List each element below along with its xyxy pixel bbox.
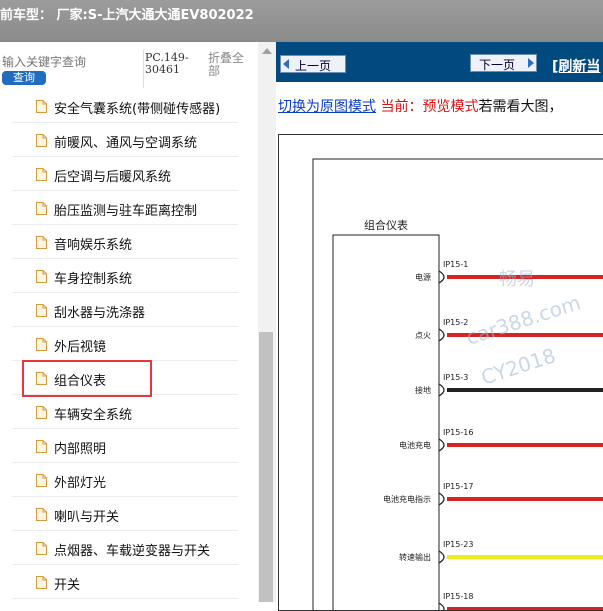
tree-item-label: 胎压监测与驻车距离控制 [54, 204, 198, 219]
pin-code: IP15-1 [443, 260, 468, 269]
tree-item-label: 点烟器、车载逆变器与开关 [54, 544, 211, 559]
tree-item[interactable]: 前暖风、通风与空调系统 [12, 126, 238, 157]
arrow-right-icon [528, 58, 534, 68]
selection-highlight [22, 360, 152, 397]
page-navbar: 上一页 下一页 [刷新当 [276, 42, 603, 82]
pin-code: IP15-16 [443, 428, 473, 437]
document-icon [36, 508, 47, 521]
refresh-link[interactable]: [刷新当 [552, 56, 600, 76]
divider [143, 50, 144, 88]
document-icon [36, 542, 47, 555]
tree-item-label: 安全气囊系统(带侧碰传感器) [54, 102, 221, 117]
collapse-all-link[interactable]: 折叠全部 [208, 52, 248, 78]
current-mode-text: 当前：预览模式 [376, 99, 479, 115]
pin-code: IP15-18 [443, 592, 473, 601]
prev-page-button[interactable]: 上一页 [280, 55, 346, 73]
pin-code: IP15-3 [443, 373, 468, 382]
document-icon [36, 440, 47, 453]
pin-label: 接地 [415, 385, 431, 395]
pin-code: IP15-17 [443, 482, 473, 491]
tree-item-label: 外部灯光 [54, 476, 107, 491]
tree-item-label: 喇叭与开关 [54, 510, 120, 525]
pin-IP15-16: IP15-16 电池充电 [399, 428, 603, 452]
watermark-text: 畅易 [499, 269, 535, 290]
mode-line: 切换为原图模式 当前：预览模式若需看大图， [278, 96, 562, 116]
tree-item[interactable]: 音响娱乐系统 [12, 228, 238, 259]
tree-item-label: 车身控制系统 [54, 272, 133, 287]
document-icon [36, 406, 47, 419]
left-panel: 查询 PC.149-30461 折叠全部 安全气囊系统(带侧碰传感器) 前暖风、通… [0, 42, 276, 602]
pin-IP15-23: IP15-23 转速输出 [399, 540, 603, 564]
document-icon [36, 474, 47, 487]
pin-label: 点火 [415, 331, 431, 340]
document-icon [36, 576, 47, 589]
tree-item[interactable]: 安全气囊系统(带侧碰传感器) [12, 92, 238, 123]
tree-item[interactable]: 外部灯光 [12, 466, 238, 497]
pin-IP15-18: IP15-18 [438, 592, 603, 610]
tree-item-label: 外后视镜 [54, 340, 107, 355]
tree-item[interactable]: 车身控制系统 [12, 262, 238, 293]
tree-item-label: 后空调与后暖风系统 [54, 170, 172, 185]
pc-code: PC.149-30461 [145, 51, 189, 76]
mode-hint-text: 若需看大图， [478, 99, 563, 115]
search-button[interactable]: 查询 [2, 71, 46, 85]
module-title: 组合仪表 [364, 218, 408, 232]
document-icon [36, 134, 47, 147]
document-icon [36, 304, 47, 317]
window-title: 前车型： 厂家:S-上汽大通大通EV802022 [0, 8, 254, 23]
switch-original-mode-link[interactable]: 切换为原图模式 [278, 99, 376, 115]
tree-item-label: 音响娱乐系统 [54, 238, 133, 253]
tree-item[interactable]: 开关 [12, 568, 238, 599]
right-panel: 上一页 下一页 [刷新当 切换为原图模式 当前：预览模式若需看大图， 组合仪表 … [276, 42, 603, 611]
tree-item[interactable]: 胎压监测与驻车距离控制 [12, 194, 238, 225]
tree-item[interactable]: 喇叭与开关 [12, 500, 238, 531]
search-input[interactable] [0, 53, 142, 71]
wiring-diagram-frame: 组合仪表 IP15-1 电源 IP15-2 点火 IP15-3 接地 IP15-16 电池充电… [278, 134, 603, 611]
tree-item[interactable]: 外后视镜 [12, 330, 238, 361]
tree-item-label: 前暖风、通风与空调系统 [54, 136, 198, 151]
document-icon [36, 202, 47, 215]
pin-IP15-17: IP15-17 电池充电指示 [383, 482, 603, 506]
next-page-button[interactable]: 下一页 [470, 54, 537, 72]
wiring-diagram: 组合仪表 IP15-1电源IP15-2点火IP15-3接地IP15-16电池充电… [312, 158, 603, 610]
tree-item-label: 车辆安全系统 [54, 408, 133, 423]
scrollbar-thumb[interactable] [259, 332, 273, 602]
title-bar: 前车型： 厂家:S-上汽大通大通EV802022 [0, 0, 603, 42]
document-icon [36, 100, 47, 113]
document-icon [36, 168, 47, 181]
pin-label: 电源 [415, 272, 431, 282]
pin-label: 电池充电 [399, 440, 431, 450]
tree-item[interactable]: 内部照明 [12, 432, 238, 463]
tree-item[interactable]: 刮水器与洗涤器 [12, 296, 238, 327]
arrow-left-icon [283, 59, 289, 69]
tree-item-label: 刮水器与洗涤器 [54, 306, 146, 321]
document-icon [36, 236, 47, 249]
pin-label: 电池充电指示 [383, 494, 431, 504]
watermark-text: CY2018 [478, 343, 558, 390]
pin-code: IP15-23 [443, 540, 473, 549]
pin-label: 转速输出 [399, 552, 431, 562]
tree-item-label: 内部照明 [54, 442, 107, 457]
watermark-text: car388.com [463, 290, 583, 350]
document-icon [36, 270, 47, 283]
tree-item[interactable]: 后空调与后暖风系统 [12, 160, 238, 191]
tree-item[interactable]: 点烟器、车载逆变器与开关 [12, 534, 238, 565]
document-icon [36, 338, 47, 351]
tree-item[interactable]: 车辆安全系统 [12, 398, 238, 429]
scroll-up-icon[interactable] [262, 48, 272, 54]
tree-item-label: 开关 [54, 578, 81, 593]
